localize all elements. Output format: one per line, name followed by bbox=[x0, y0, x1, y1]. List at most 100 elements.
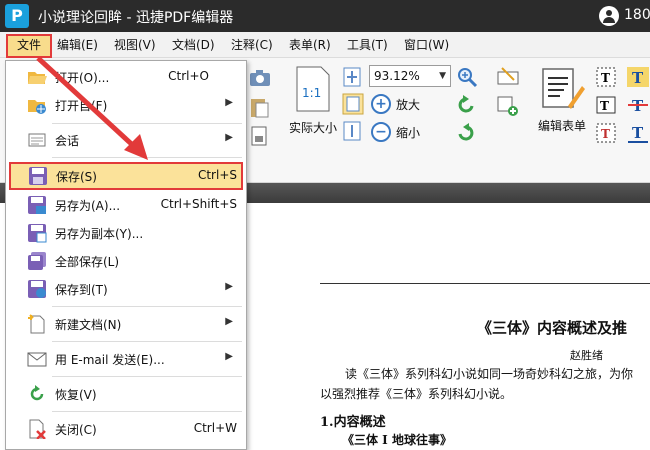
menu-item-save-as[interactable]: 另存为(A)... Ctrl+Shift+S bbox=[7, 192, 245, 218]
menu-item-label: 用 E-mail 发送(E)... bbox=[55, 353, 165, 367]
menu-item-close[interactable]: 关闭(C) Ctrl+W bbox=[7, 416, 245, 442]
save-copy-icon bbox=[28, 224, 47, 243]
add-field-icon[interactable] bbox=[496, 94, 520, 116]
menu-item-label: 保存(S) bbox=[56, 170, 97, 184]
zoom-select[interactable]: 93.12% ▼ bbox=[369, 65, 451, 87]
menu-view[interactable]: 视图(V) bbox=[114, 36, 156, 56]
edit-form-label[interactable]: 编辑表单 bbox=[538, 117, 586, 134]
menu-item-label: 关闭(C) bbox=[55, 423, 97, 437]
save-all-icon bbox=[28, 252, 46, 270]
document-subheading: 《三体 I 地球往事》 bbox=[342, 433, 452, 447]
svg-text:T: T bbox=[601, 127, 610, 141]
menu-item-label: 会话 bbox=[55, 134, 80, 148]
rotate-right-icon[interactable] bbox=[455, 122, 477, 144]
magnifier-icon[interactable] bbox=[456, 66, 478, 88]
highlight-text-icon[interactable]: T bbox=[626, 66, 650, 88]
menu-separator bbox=[52, 123, 242, 124]
document-paragraph-1: 读《三体》系列科幻小说如同一场奇妙科幻之旅，为你 bbox=[345, 367, 634, 381]
save-icon bbox=[29, 167, 47, 185]
session-icon bbox=[28, 133, 46, 147]
header-rule bbox=[320, 283, 650, 284]
menu-item-save[interactable]: 保存(S) Ctrl+S bbox=[9, 162, 243, 190]
menu-item-save-all[interactable]: 全部保存(L) bbox=[7, 248, 245, 274]
menu-separator bbox=[52, 411, 242, 412]
document-heading: 1.内容概述 bbox=[320, 415, 386, 430]
svg-text:T: T bbox=[600, 99, 609, 113]
menu-separator bbox=[52, 306, 242, 307]
menu-bar: 文件 编辑(E) 视图(V) 文档(D) 注释(C) 表单(R) 工具(T) 窗… bbox=[0, 32, 650, 58]
menu-form[interactable]: 表单(R) bbox=[289, 36, 331, 56]
actual-size-label[interactable]: 实际大小 bbox=[289, 119, 337, 136]
title-bar: P 小说理论回眸 - 迅捷PDF编辑器 180 bbox=[0, 0, 650, 32]
zoom-in-icon[interactable]: + bbox=[371, 94, 391, 114]
user-avatar-icon[interactable] bbox=[599, 6, 619, 26]
menu-item-session[interactable]: 会话 ▶ bbox=[7, 127, 245, 153]
menu-item-label: 新建文档(N) bbox=[55, 318, 122, 332]
document-paragraph-2: 以强烈推荐《三体》系列科幻小说。 bbox=[320, 387, 513, 401]
text-edit-icon[interactable]: T bbox=[595, 122, 617, 144]
fit-visible-icon[interactable] bbox=[342, 120, 362, 142]
submenu-arrow-icon: ▶ bbox=[225, 281, 233, 292]
menu-item-shortcut: Ctrl+S bbox=[197, 168, 237, 182]
submenu-arrow-icon: ▶ bbox=[225, 97, 233, 108]
menu-item-email[interactable]: 用 E-mail 发送(E)... ▶ bbox=[7, 346, 245, 372]
menu-item-shortcut: Ctrl+Shift+S bbox=[160, 197, 237, 211]
menu-edit[interactable]: 编辑(E) bbox=[57, 36, 98, 56]
folder-open-icon bbox=[28, 72, 47, 84]
rotate-left-icon[interactable] bbox=[455, 94, 477, 116]
menu-item-new-document[interactable]: 新建文档(N) ▶ bbox=[7, 311, 245, 337]
submenu-arrow-icon: ▶ bbox=[225, 351, 233, 362]
edit-form-icon[interactable] bbox=[540, 66, 586, 112]
menu-item-save-copy[interactable]: 另存为副本(Y)... bbox=[7, 220, 245, 246]
submenu-arrow-icon: ▶ bbox=[225, 316, 233, 327]
text-select-icon[interactable]: T bbox=[595, 66, 617, 88]
menu-item-restore[interactable]: 恢复(V) bbox=[7, 381, 245, 407]
text-field-icon[interactable] bbox=[496, 66, 520, 88]
menu-item-label: 全部保存(L) bbox=[55, 255, 120, 269]
menu-item-open-from[interactable]: 打开自(F) ▶ bbox=[7, 92, 245, 118]
menu-file[interactable]: 文件 bbox=[6, 34, 52, 58]
menu-item-label: 恢复(V) bbox=[55, 388, 97, 402]
text-box-icon[interactable]: T bbox=[595, 94, 617, 116]
zoom-in-label[interactable]: 放大 bbox=[396, 96, 420, 113]
menu-separator bbox=[52, 376, 242, 377]
menu-item-label: 另存为副本(Y)... bbox=[55, 227, 144, 241]
document-title: 《三体》内容概述及推 bbox=[477, 319, 628, 337]
menu-window[interactable]: 窗口(W) bbox=[404, 36, 449, 56]
menu-item-shortcut: Ctrl+O bbox=[168, 69, 209, 83]
save-to-icon bbox=[28, 280, 46, 298]
menu-item-save-to[interactable]: 保存到(T) ▶ bbox=[7, 276, 245, 302]
zoom-out-icon[interactable]: − bbox=[371, 122, 391, 142]
chevron-down-icon: ▼ bbox=[439, 71, 446, 81]
menu-item-shortcut: Ctrl+W bbox=[193, 421, 237, 435]
zoom-value: 93.12% bbox=[374, 69, 420, 83]
document-author: 赵胜绪 bbox=[570, 349, 603, 362]
open-from-icon bbox=[28, 100, 46, 114]
fit-width-icon[interactable] bbox=[342, 93, 364, 115]
actual-size-icon[interactable]: 1:1 bbox=[295, 66, 331, 112]
svg-text:T: T bbox=[632, 124, 644, 142]
user-account-label[interactable]: 180 bbox=[624, 7, 650, 23]
window-title: 小说理论回眸 - 迅捷PDF编辑器 bbox=[38, 10, 234, 26]
menu-separator bbox=[52, 157, 242, 158]
file-menu-dropdown: 打开(O)... Ctrl+O 打开自(F) ▶ 会话 ▶ 保存(S) Ctrl… bbox=[5, 60, 247, 450]
save-as-icon bbox=[28, 196, 46, 214]
menu-separator bbox=[52, 341, 242, 342]
zoom-out-label[interactable]: 缩小 bbox=[396, 124, 420, 141]
svg-text:T: T bbox=[601, 71, 610, 85]
paste-icon[interactable] bbox=[248, 95, 272, 119]
menu-item-label: 另存为(A)... bbox=[55, 199, 121, 213]
menu-item-label: 打开自(F) bbox=[55, 99, 108, 113]
menu-item-open[interactable]: 打开(O)... Ctrl+O bbox=[7, 64, 245, 90]
menu-document[interactable]: 文档(D) bbox=[172, 36, 215, 56]
snapshot-icon[interactable] bbox=[248, 68, 272, 88]
close-document-icon bbox=[29, 419, 46, 439]
page-tool-icon[interactable] bbox=[248, 124, 272, 148]
menu-tools[interactable]: 工具(T) bbox=[347, 36, 388, 56]
fit-page-icon[interactable] bbox=[342, 66, 362, 88]
strikeout-text-icon[interactable]: T bbox=[626, 94, 650, 116]
new-document-icon bbox=[28, 314, 45, 334]
menu-comment[interactable]: 注释(C) bbox=[231, 36, 273, 56]
underline-text-icon[interactable]: T bbox=[626, 122, 650, 144]
svg-text:1:1: 1:1 bbox=[302, 86, 321, 100]
